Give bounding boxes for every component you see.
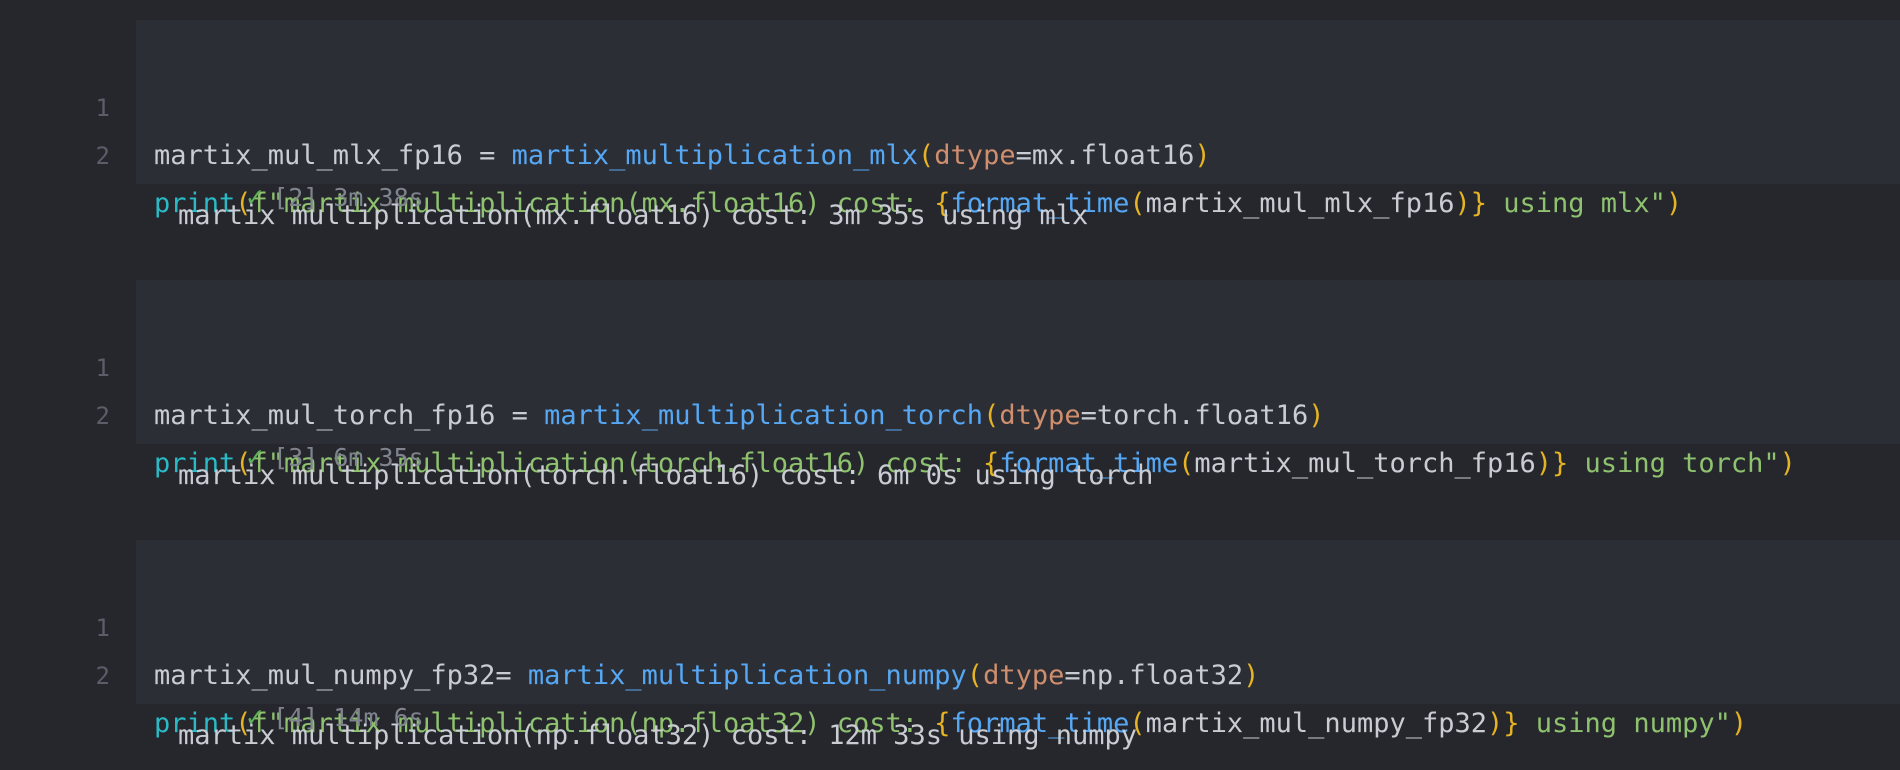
paren: ( — [966, 660, 984, 691]
function-call: martix_multiplication_mlx — [511, 140, 919, 171]
paren: ) — [1779, 448, 1796, 479]
argument-value: torch.float16 — [1096, 400, 1309, 431]
code-line[interactable]: 2 print(f"martix multiplication(np.float… — [0, 604, 1900, 739]
paren: ) — [1243, 660, 1260, 691]
keyword-argument: dtype — [934, 140, 1016, 171]
argument-value: martix_mul_torch_fp16 — [1194, 448, 1536, 479]
keyword-argument: dtype — [999, 400, 1081, 431]
argument-value: martix_mul_mlx_fp16 — [1145, 188, 1455, 219]
argument-value: martix_mul_numpy_fp32 — [1145, 708, 1487, 739]
cell-output: martix multiplication(mx.float16) cost: … — [178, 200, 1089, 231]
string-literal: using mlx" — [1487, 188, 1666, 219]
paren: ) — [1535, 448, 1553, 479]
notebook: 1 martix_mul_mlx_fp16 = martix_multiplic… — [0, 0, 1900, 770]
code-line[interactable]: 2 print(f"martix multiplication(mx.float… — [0, 84, 1900, 219]
argument-value: mx.float16 — [1031, 140, 1195, 171]
paren: ( — [918, 140, 935, 171]
assign-operator: = — [462, 140, 512, 171]
code-line[interactable]: 1 martix_mul_mlx_fp16 = martix_multiplic… — [0, 36, 1900, 171]
paren: ) — [1665, 188, 1683, 219]
brace: } — [1470, 188, 1488, 219]
line-number: 2 — [95, 662, 110, 690]
equals-sign: = — [1080, 400, 1097, 431]
paren: ) — [1730, 708, 1748, 739]
paren: ) — [1194, 140, 1211, 171]
string-literal: using numpy" — [1519, 708, 1731, 739]
paren: ) — [1487, 708, 1504, 739]
assign-operator: = — [495, 660, 528, 691]
function-call: martix_multiplication_torch — [544, 400, 984, 431]
brace: } — [1503, 708, 1520, 739]
code-line[interactable]: 2 print(f"martix multiplication(torch.fl… — [0, 344, 1900, 479]
equals-sign: = — [1015, 140, 1032, 171]
argument-value: np.float32 — [1080, 660, 1244, 691]
function-call: martix_multiplication_numpy — [527, 660, 967, 691]
keyword-argument: dtype — [983, 660, 1065, 691]
execution-status: ✓ [3] 6m 35s — [156, 397, 423, 473]
equals-sign: = — [1064, 660, 1081, 691]
code-line[interactable]: 1 martix_mul_numpy_fp32= martix_multipli… — [0, 556, 1900, 691]
paren: ( — [983, 400, 1000, 431]
cell-output: martix multiplication(np.float32) cost: … — [178, 720, 1138, 751]
code-line[interactable]: 1 martix_mul_torch_fp16 = martix_multipl… — [0, 296, 1900, 431]
cell-output: martix multiplication(torch.float16) cos… — [178, 460, 1154, 491]
execution-status: ✓ [4] 14m 6s — [156, 657, 423, 733]
string-literal: using torch" — [1568, 448, 1780, 479]
assign-operator: = — [495, 400, 545, 431]
line-number: 2 — [95, 402, 110, 430]
execution-status: ✓ [2] 3m 38s — [156, 137, 423, 213]
paren: ) — [1308, 400, 1325, 431]
paren: ) — [1454, 188, 1471, 219]
brace: } — [1552, 448, 1569, 479]
paren: ( — [1178, 448, 1195, 479]
line-number: 2 — [95, 142, 110, 170]
paren: ( — [1129, 188, 1146, 219]
